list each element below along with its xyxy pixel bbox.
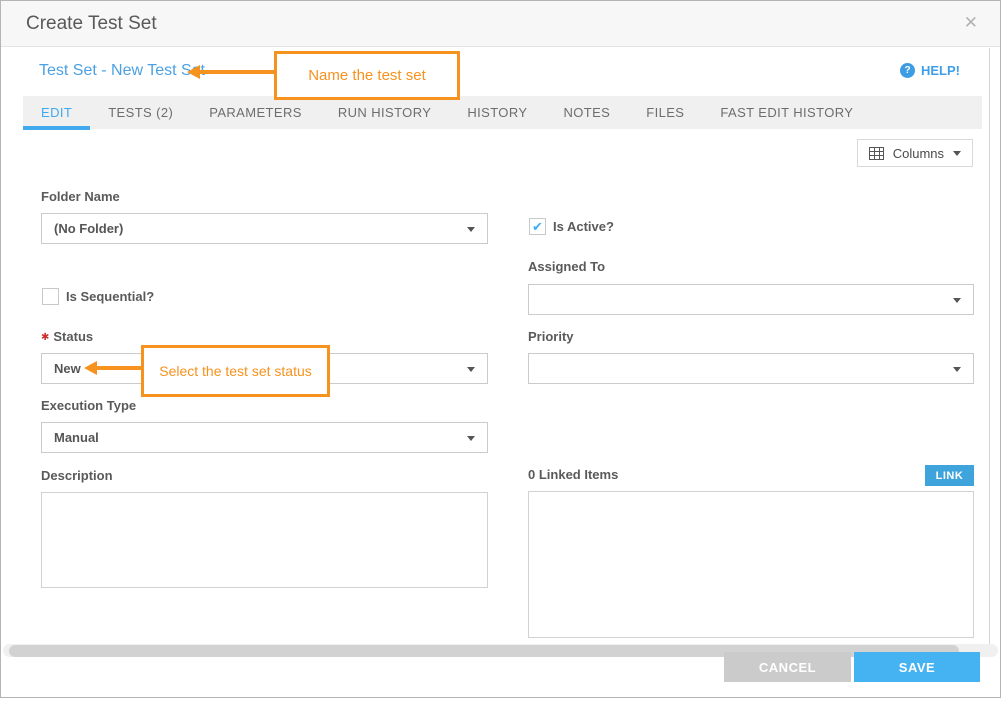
arrow-left-icon bbox=[96, 366, 142, 370]
priority-label: Priority bbox=[528, 329, 574, 344]
dialog-titlebar: Create Test Set ✕ bbox=[1, 1, 1000, 47]
chevron-down-icon bbox=[953, 367, 961, 372]
chevron-down-icon bbox=[467, 367, 475, 372]
assigned-to-dropdown[interactable] bbox=[528, 284, 974, 315]
is-sequential-label: Is Sequential? bbox=[66, 289, 154, 304]
execution-type-value: Manual bbox=[54, 430, 99, 445]
columns-grid-icon bbox=[869, 147, 884, 160]
folder-name-label: Folder Name bbox=[41, 189, 120, 204]
is-sequential-checkbox[interactable]: Is Sequential? bbox=[42, 288, 154, 305]
arrow-left-icon bbox=[84, 361, 97, 375]
close-icon[interactable]: ✕ bbox=[964, 13, 978, 33]
help-label: HELP! bbox=[921, 63, 960, 78]
chevron-down-icon bbox=[467, 436, 475, 441]
status-label: ✱Status bbox=[41, 329, 93, 344]
tab-files[interactable]: FILES bbox=[628, 96, 702, 129]
tab-history[interactable]: HISTORY bbox=[449, 96, 545, 129]
execution-type-label: Execution Type bbox=[41, 398, 136, 413]
annotation-select-status: Select the test set status bbox=[141, 345, 330, 397]
linked-items-label: 0 Linked Items bbox=[528, 467, 618, 482]
tab-notes[interactable]: NOTES bbox=[545, 96, 628, 129]
save-button[interactable]: SAVE bbox=[854, 652, 980, 682]
link-button[interactable]: LINK bbox=[925, 465, 974, 486]
assigned-to-label: Assigned To bbox=[528, 259, 605, 274]
dialog-title: Create Test Set bbox=[26, 13, 157, 35]
arrow-left-icon bbox=[199, 70, 275, 74]
help-icon: ? bbox=[900, 63, 915, 78]
checkbox-unchecked-icon bbox=[42, 288, 59, 305]
priority-dropdown[interactable] bbox=[528, 353, 974, 384]
tab-edit[interactable]: EDIT bbox=[23, 96, 90, 129]
is-active-label: Is Active? bbox=[553, 219, 614, 234]
annotation-text: Name the test set bbox=[308, 67, 426, 84]
folder-name-dropdown[interactable]: (No Folder) bbox=[41, 213, 488, 244]
tab-run-history[interactable]: RUN HISTORY bbox=[320, 96, 450, 129]
breadcrumb[interactable]: Test Set - New Test Set bbox=[39, 62, 205, 80]
required-icon: ✱ bbox=[41, 332, 49, 343]
tab-bar: EDIT TESTS (2) PARAMETERS RUN HISTORY HI… bbox=[23, 96, 982, 129]
folder-name-value: (No Folder) bbox=[54, 221, 123, 236]
arrow-left-icon bbox=[187, 65, 200, 79]
linked-items-box[interactable] bbox=[528, 491, 974, 638]
columns-button[interactable]: Columns bbox=[857, 139, 973, 167]
description-label: Description bbox=[41, 468, 113, 483]
description-textarea[interactable] bbox=[41, 492, 488, 588]
checkbox-checked-icon: ✔ bbox=[529, 218, 546, 235]
chevron-down-icon bbox=[953, 151, 961, 156]
tab-tests[interactable]: TESTS (2) bbox=[90, 96, 191, 129]
tab-fast-edit-history[interactable]: FAST EDIT HISTORY bbox=[702, 96, 871, 129]
chevron-down-icon bbox=[953, 298, 961, 303]
help-link[interactable]: ? HELP! bbox=[900, 63, 960, 78]
create-test-set-dialog: Create Test Set ✕ Test Set - New Test Se… bbox=[0, 0, 1001, 698]
annotation-text: Select the test set status bbox=[159, 363, 312, 379]
annotation-name-test-set: Name the test set bbox=[274, 51, 460, 100]
status-value: New bbox=[54, 361, 81, 376]
columns-label: Columns bbox=[893, 146, 944, 161]
execution-type-dropdown[interactable]: Manual bbox=[41, 422, 488, 453]
is-active-checkbox[interactable]: ✔ Is Active? bbox=[529, 218, 614, 235]
tab-parameters[interactable]: PARAMETERS bbox=[191, 96, 320, 129]
cancel-button[interactable]: CANCEL bbox=[724, 652, 851, 682]
chevron-down-icon bbox=[467, 227, 475, 232]
content-scroll-gutter bbox=[989, 48, 990, 644]
